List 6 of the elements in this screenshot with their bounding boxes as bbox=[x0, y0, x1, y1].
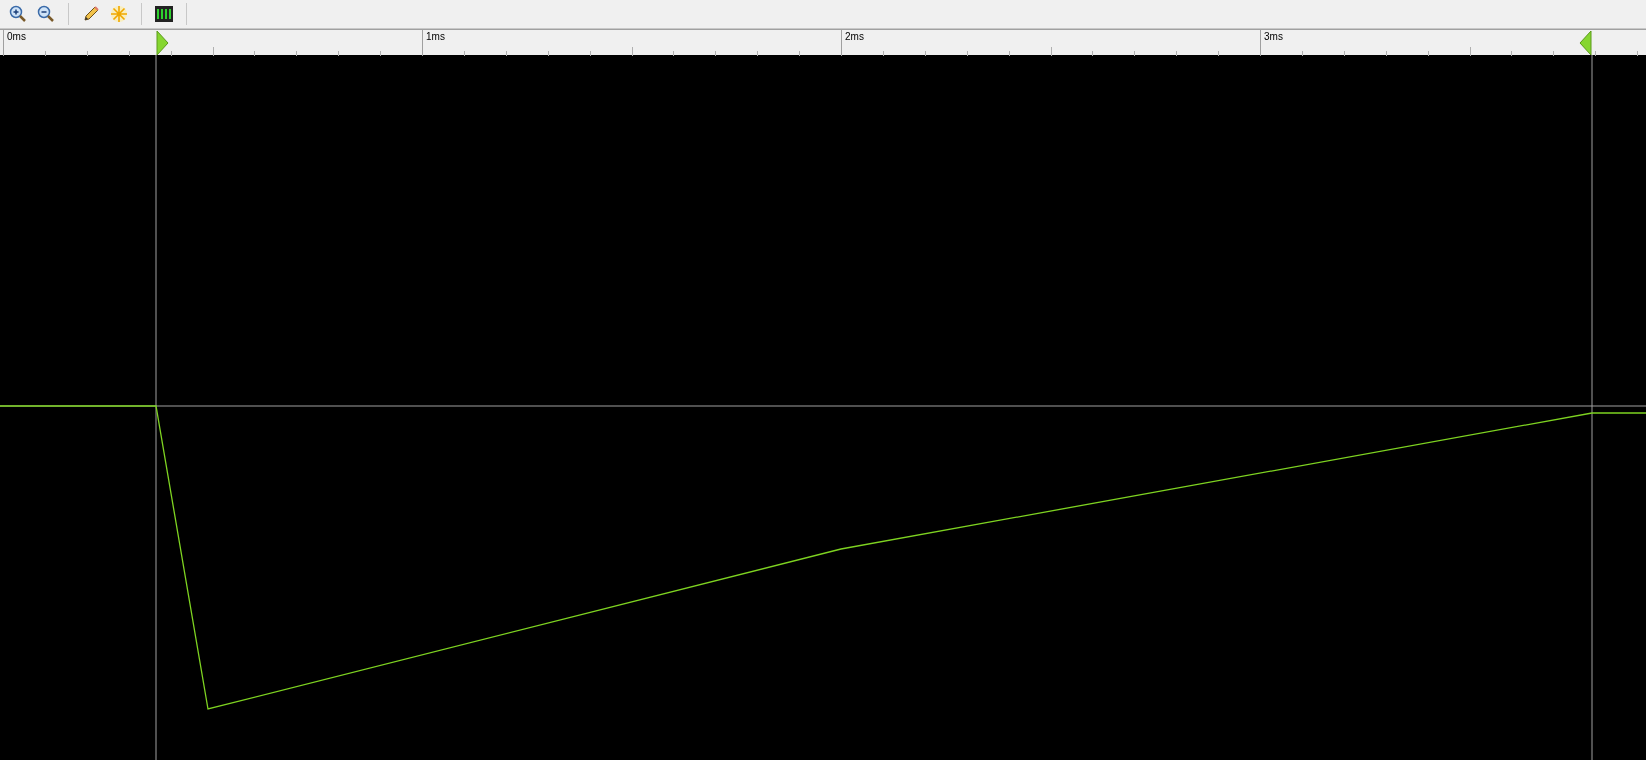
time-label: 1ms bbox=[426, 31, 445, 43]
time-label: 2ms bbox=[845, 31, 864, 43]
start-marker-handle[interactable] bbox=[156, 30, 169, 56]
time-label: 3ms bbox=[1264, 31, 1283, 43]
end-marker-handle[interactable] bbox=[1579, 30, 1592, 56]
time-label: 0ms bbox=[7, 31, 26, 43]
